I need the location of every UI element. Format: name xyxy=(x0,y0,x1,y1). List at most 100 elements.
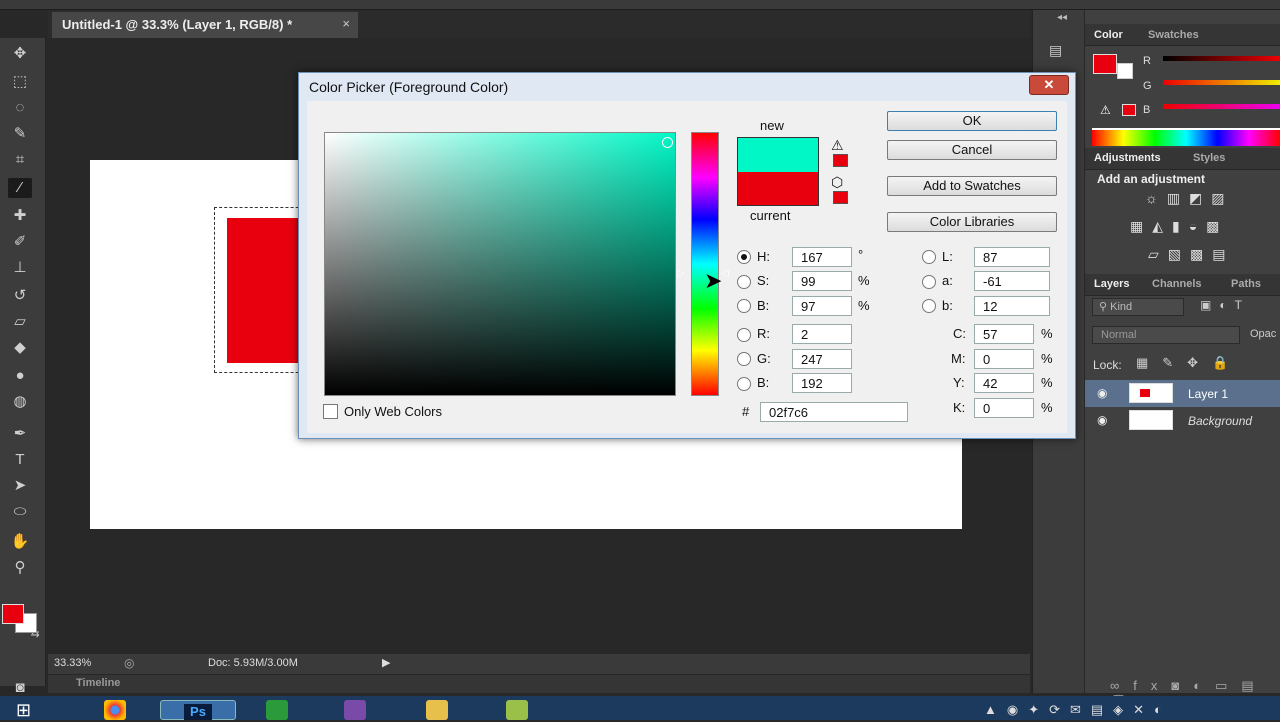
only-web-colors-checkbox[interactable] xyxy=(323,404,338,419)
history-panel-icon[interactable]: ▤ xyxy=(1049,42,1069,62)
only-web-colors-label[interactable]: Only Web Colors xyxy=(344,404,442,419)
lab-l-radio[interactable] xyxy=(922,250,936,264)
lab-l-input[interactable]: 87 xyxy=(974,247,1050,267)
system-tray-icons[interactable]: ▲◉✦⟳✉▤◈✕◐ xyxy=(984,702,1172,718)
clone-stamp-tool-icon[interactable]: ⊥ xyxy=(8,258,32,278)
tab-color[interactable]: Color xyxy=(1094,29,1123,41)
gamut-swatch[interactable] xyxy=(833,154,848,167)
brightness-input[interactable]: 97 xyxy=(792,296,852,316)
saturation-input[interactable]: 99 xyxy=(792,271,852,291)
tab-layers[interactable]: Layers xyxy=(1094,278,1129,290)
ok-button[interactable]: OK xyxy=(887,111,1057,131)
type-tool-icon[interactable]: T xyxy=(8,450,32,470)
move-tool-icon[interactable]: ✥ xyxy=(8,44,32,64)
close-tab-icon[interactable]: × xyxy=(342,16,350,31)
timeline-panel-tab[interactable]: Timeline xyxy=(48,675,1030,693)
hue-radio[interactable] xyxy=(737,250,751,264)
web-safe-swatch[interactable] xyxy=(833,191,848,204)
adjustment-icons-row-3[interactable]: ▱▧▩▤ xyxy=(1148,246,1234,263)
r-slider[interactable] xyxy=(1163,56,1280,61)
tab-channels[interactable]: Channels xyxy=(1152,278,1202,290)
eraser-tool-icon[interactable]: ▱ xyxy=(8,312,32,332)
eye-icon[interactable]: ◉ xyxy=(1097,386,1107,400)
layer-row-background[interactable]: ◉ Background xyxy=(1085,407,1280,434)
pen-tool-icon[interactable]: ✒ xyxy=(8,424,32,444)
current-color-swatch[interactable] xyxy=(737,172,819,206)
hue-slider-handle-left[interactable]: ▷ xyxy=(677,268,685,279)
lock-icons[interactable]: ▦✎✥🔒 xyxy=(1136,355,1242,371)
layer-name[interactable]: Layer 1 xyxy=(1188,387,1228,401)
foreground-color-swatch[interactable] xyxy=(2,604,24,624)
lab-b-input[interactable]: 12 xyxy=(974,296,1050,316)
brush-tool-icon[interactable]: ✐ xyxy=(8,232,32,252)
gamut-color-swatch[interactable] xyxy=(1122,104,1136,116)
chrome-icon[interactable] xyxy=(104,700,126,720)
ellipse-tool-icon[interactable]: ⬭ xyxy=(8,502,32,522)
b-slider[interactable] xyxy=(1163,104,1280,109)
lab-a-radio[interactable] xyxy=(922,275,936,289)
color-field-cursor[interactable] xyxy=(662,137,673,148)
panel-fg-swatch[interactable] xyxy=(1093,54,1117,74)
hue-slider[interactable] xyxy=(691,132,719,396)
history-brush-tool-icon[interactable]: ↺ xyxy=(8,286,32,306)
warning-triangle-icon[interactable]: ⚠ xyxy=(831,137,844,154)
yellow-input[interactable]: 42 xyxy=(974,373,1034,393)
panel-bg-swatch[interactable] xyxy=(1117,63,1133,79)
black-input[interactable]: 0 xyxy=(974,398,1034,418)
visual-studio-icon[interactable] xyxy=(344,700,366,720)
tab-adjustments[interactable]: Adjustments xyxy=(1094,152,1161,164)
paint-bucket-tool-icon[interactable]: ◆ xyxy=(8,338,32,358)
crop-tool-icon[interactable]: ⌗ xyxy=(8,150,32,170)
magenta-input[interactable]: 0 xyxy=(974,349,1034,369)
cube-icon[interactable]: ⬡ xyxy=(831,174,843,191)
marquee-tool-icon[interactable]: ⬚ xyxy=(8,72,32,92)
file-explorer-icon[interactable] xyxy=(426,700,448,720)
zoom-tool-icon[interactable]: ⚲ xyxy=(8,558,32,578)
cyan-input[interactable]: 57 xyxy=(974,324,1034,344)
adjustment-icons-row-2[interactable]: ▦◭▮◒▩ xyxy=(1130,218,1228,235)
blur-tool-icon[interactable]: ● xyxy=(8,366,32,386)
dialog-close-button[interactable]: ✕ xyxy=(1029,75,1069,95)
color-libraries-button[interactable]: Color Libraries xyxy=(887,212,1057,232)
windows-start-icon[interactable]: ⊞ xyxy=(16,700,31,721)
kind-filter-select[interactable]: ⚲ Kind xyxy=(1092,298,1184,316)
zoom-level[interactable]: 33.33% xyxy=(54,657,91,669)
tab-swatches[interactable]: Swatches xyxy=(1148,29,1199,41)
saturation-brightness-field[interactable] xyxy=(324,132,676,396)
tab-paths[interactable]: Paths xyxy=(1231,278,1261,290)
red-input[interactable]: 2 xyxy=(792,324,852,344)
brightness-radio[interactable] xyxy=(737,299,751,313)
utorrent-icon[interactable] xyxy=(266,700,288,720)
hand-tool-icon[interactable]: ✋ xyxy=(8,532,32,552)
quick-mask-icon[interactable]: ◙ xyxy=(8,678,32,698)
document-tab[interactable]: Untitled-1 @ 33.3% (Layer 1, RGB/8) * × xyxy=(52,12,358,38)
eyedropper-tool-icon[interactable]: ⁄ xyxy=(8,178,32,198)
add-to-swatches-button[interactable]: Add to Swatches xyxy=(887,176,1057,196)
g-slider[interactable] xyxy=(1163,80,1280,85)
layer-name[interactable]: Background xyxy=(1188,414,1252,428)
red-radio[interactable] xyxy=(737,328,751,342)
blend-mode-select[interactable]: Normal xyxy=(1092,326,1240,344)
adjustment-icons-row-1[interactable]: ☼▥◩▨ xyxy=(1145,190,1234,207)
hue-input[interactable]: 167 xyxy=(792,247,852,267)
layer-row-layer1[interactable]: ◉ Layer 1 xyxy=(1085,380,1280,407)
blue-input[interactable]: 192 xyxy=(792,373,852,393)
dodge-tool-icon[interactable]: ◍ xyxy=(8,392,32,412)
hex-input[interactable]: 02f7c6 xyxy=(760,402,908,422)
quick-select-tool-icon[interactable]: ✎ xyxy=(8,124,32,144)
collapse-arrows-icon[interactable]: ◂◂ xyxy=(1057,12,1067,23)
lasso-tool-icon[interactable]: ◌ xyxy=(8,98,32,118)
path-select-tool-icon[interactable]: ➤ xyxy=(8,476,32,496)
filter-icons[interactable]: ▣◐T xyxy=(1200,298,1250,312)
eye-icon[interactable]: ◉ xyxy=(1097,413,1107,427)
lab-b-radio[interactable] xyxy=(922,299,936,313)
healing-brush-tool-icon[interactable]: ✚ xyxy=(8,206,32,226)
cancel-button[interactable]: Cancel xyxy=(887,140,1057,160)
saturation-radio[interactable] xyxy=(737,275,751,289)
green-input[interactable]: 247 xyxy=(792,349,852,369)
photoshop-taskbar-button[interactable]: Ps xyxy=(160,700,236,720)
green-radio[interactable] xyxy=(737,352,751,366)
blue-radio[interactable] xyxy=(737,377,751,391)
app-icon[interactable] xyxy=(506,700,528,720)
play-icon[interactable]: ▶ xyxy=(382,656,390,669)
